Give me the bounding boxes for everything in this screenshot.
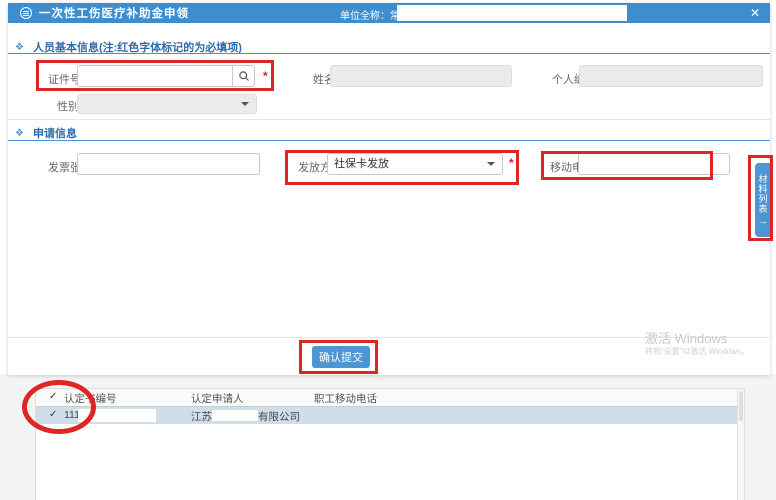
dialog-titlebar: 一次性工伤医疗补助金申领 单位全称：常州市钟楼区 ✕ bbox=[8, 3, 770, 23]
gender-label: 性别 bbox=[57, 98, 79, 114]
chevron-down-icon bbox=[487, 162, 495, 166]
arrow-right-icon: → bbox=[759, 216, 768, 226]
close-icon[interactable]: ✕ bbox=[750, 6, 760, 20]
redaction-box-cert bbox=[78, 409, 156, 422]
column-cert-no: 认定书编号 bbox=[64, 391, 117, 406]
section-apply-header: ❖ 申请信息 bbox=[15, 125, 77, 141]
column-phone: 职工移动电话 bbox=[314, 391, 377, 406]
table-header-row: ✓ 认定书编号 认定申请人 职工移动电话 bbox=[36, 389, 744, 407]
scrollbar-thumb[interactable] bbox=[739, 391, 743, 421]
invoice-count-input[interactable] bbox=[77, 153, 260, 175]
confirm-submit-button[interactable]: 确认提交 bbox=[312, 346, 370, 368]
material-list-label: 材料列表 bbox=[757, 174, 770, 214]
section-diamond-icon: ❖ bbox=[15, 128, 24, 139]
redaction-box-unit bbox=[397, 5, 627, 21]
section-apply-underline bbox=[8, 140, 770, 141]
table-row[interactable]: ✓ 111 江苏有限公司 bbox=[36, 407, 744, 424]
select-all-checkbox[interactable]: ✓ bbox=[49, 391, 57, 402]
payment-method-select[interactable]: 社保卡发放 bbox=[327, 153, 503, 175]
payment-method-value: 社保卡发放 bbox=[334, 158, 389, 170]
personal-no-input bbox=[579, 65, 763, 87]
page: 一次性工伤医疗补助金申领 单位全称：常州市钟楼区 ✕ ❖ 人员基本信息(注:红色… bbox=[0, 0, 776, 500]
applicant-prefix: 江苏 bbox=[191, 411, 212, 423]
section-divider bbox=[8, 119, 770, 120]
column-applicant: 认定申请人 bbox=[191, 391, 244, 406]
applicant-suffix: 有限公司 bbox=[258, 411, 300, 423]
windows-activation-watermark: 激活 Windows bbox=[645, 328, 727, 347]
required-asterisk: * bbox=[509, 156, 514, 170]
cell-applicant: 江苏 有限公司 bbox=[191, 409, 300, 424]
row-checkbox[interactable]: ✓ bbox=[49, 409, 57, 420]
chevron-down-icon bbox=[241, 102, 249, 106]
unit-label: 单位全称： bbox=[340, 11, 390, 22]
dialog-title: 一次性工伤医疗补助金申领 bbox=[39, 5, 189, 21]
id-number-field[interactable] bbox=[77, 65, 255, 87]
section-basic-underline bbox=[8, 53, 770, 54]
document-circle-icon bbox=[20, 7, 32, 19]
windows-activation-watermark-sub: 转到“设置”以激活 Windows。 bbox=[645, 346, 749, 357]
application-dialog: 一次性工伤医疗补助金申领 单位全称：常州市钟楼区 ✕ ❖ 人员基本信息(注:红色… bbox=[8, 3, 770, 375]
name-input bbox=[330, 65, 512, 87]
document-lines-glyph bbox=[23, 11, 29, 16]
id-number-input[interactable] bbox=[78, 66, 232, 86]
gender-select bbox=[77, 94, 257, 114]
section-apply-title: 申请信息 bbox=[33, 125, 77, 141]
mobile-input[interactable] bbox=[578, 153, 730, 175]
table-scrollbar[interactable] bbox=[737, 389, 744, 500]
search-icon[interactable] bbox=[232, 66, 254, 86]
redaction-box-applicant bbox=[212, 410, 258, 421]
material-list-tab[interactable]: 材料列表 → bbox=[755, 163, 771, 237]
section-diamond-icon: ❖ bbox=[15, 42, 24, 53]
result-table: ✓ 认定书编号 认定申请人 职工移动电话 ✓ 111 江苏有限公司 bbox=[35, 388, 745, 500]
required-asterisk: * bbox=[263, 69, 268, 83]
